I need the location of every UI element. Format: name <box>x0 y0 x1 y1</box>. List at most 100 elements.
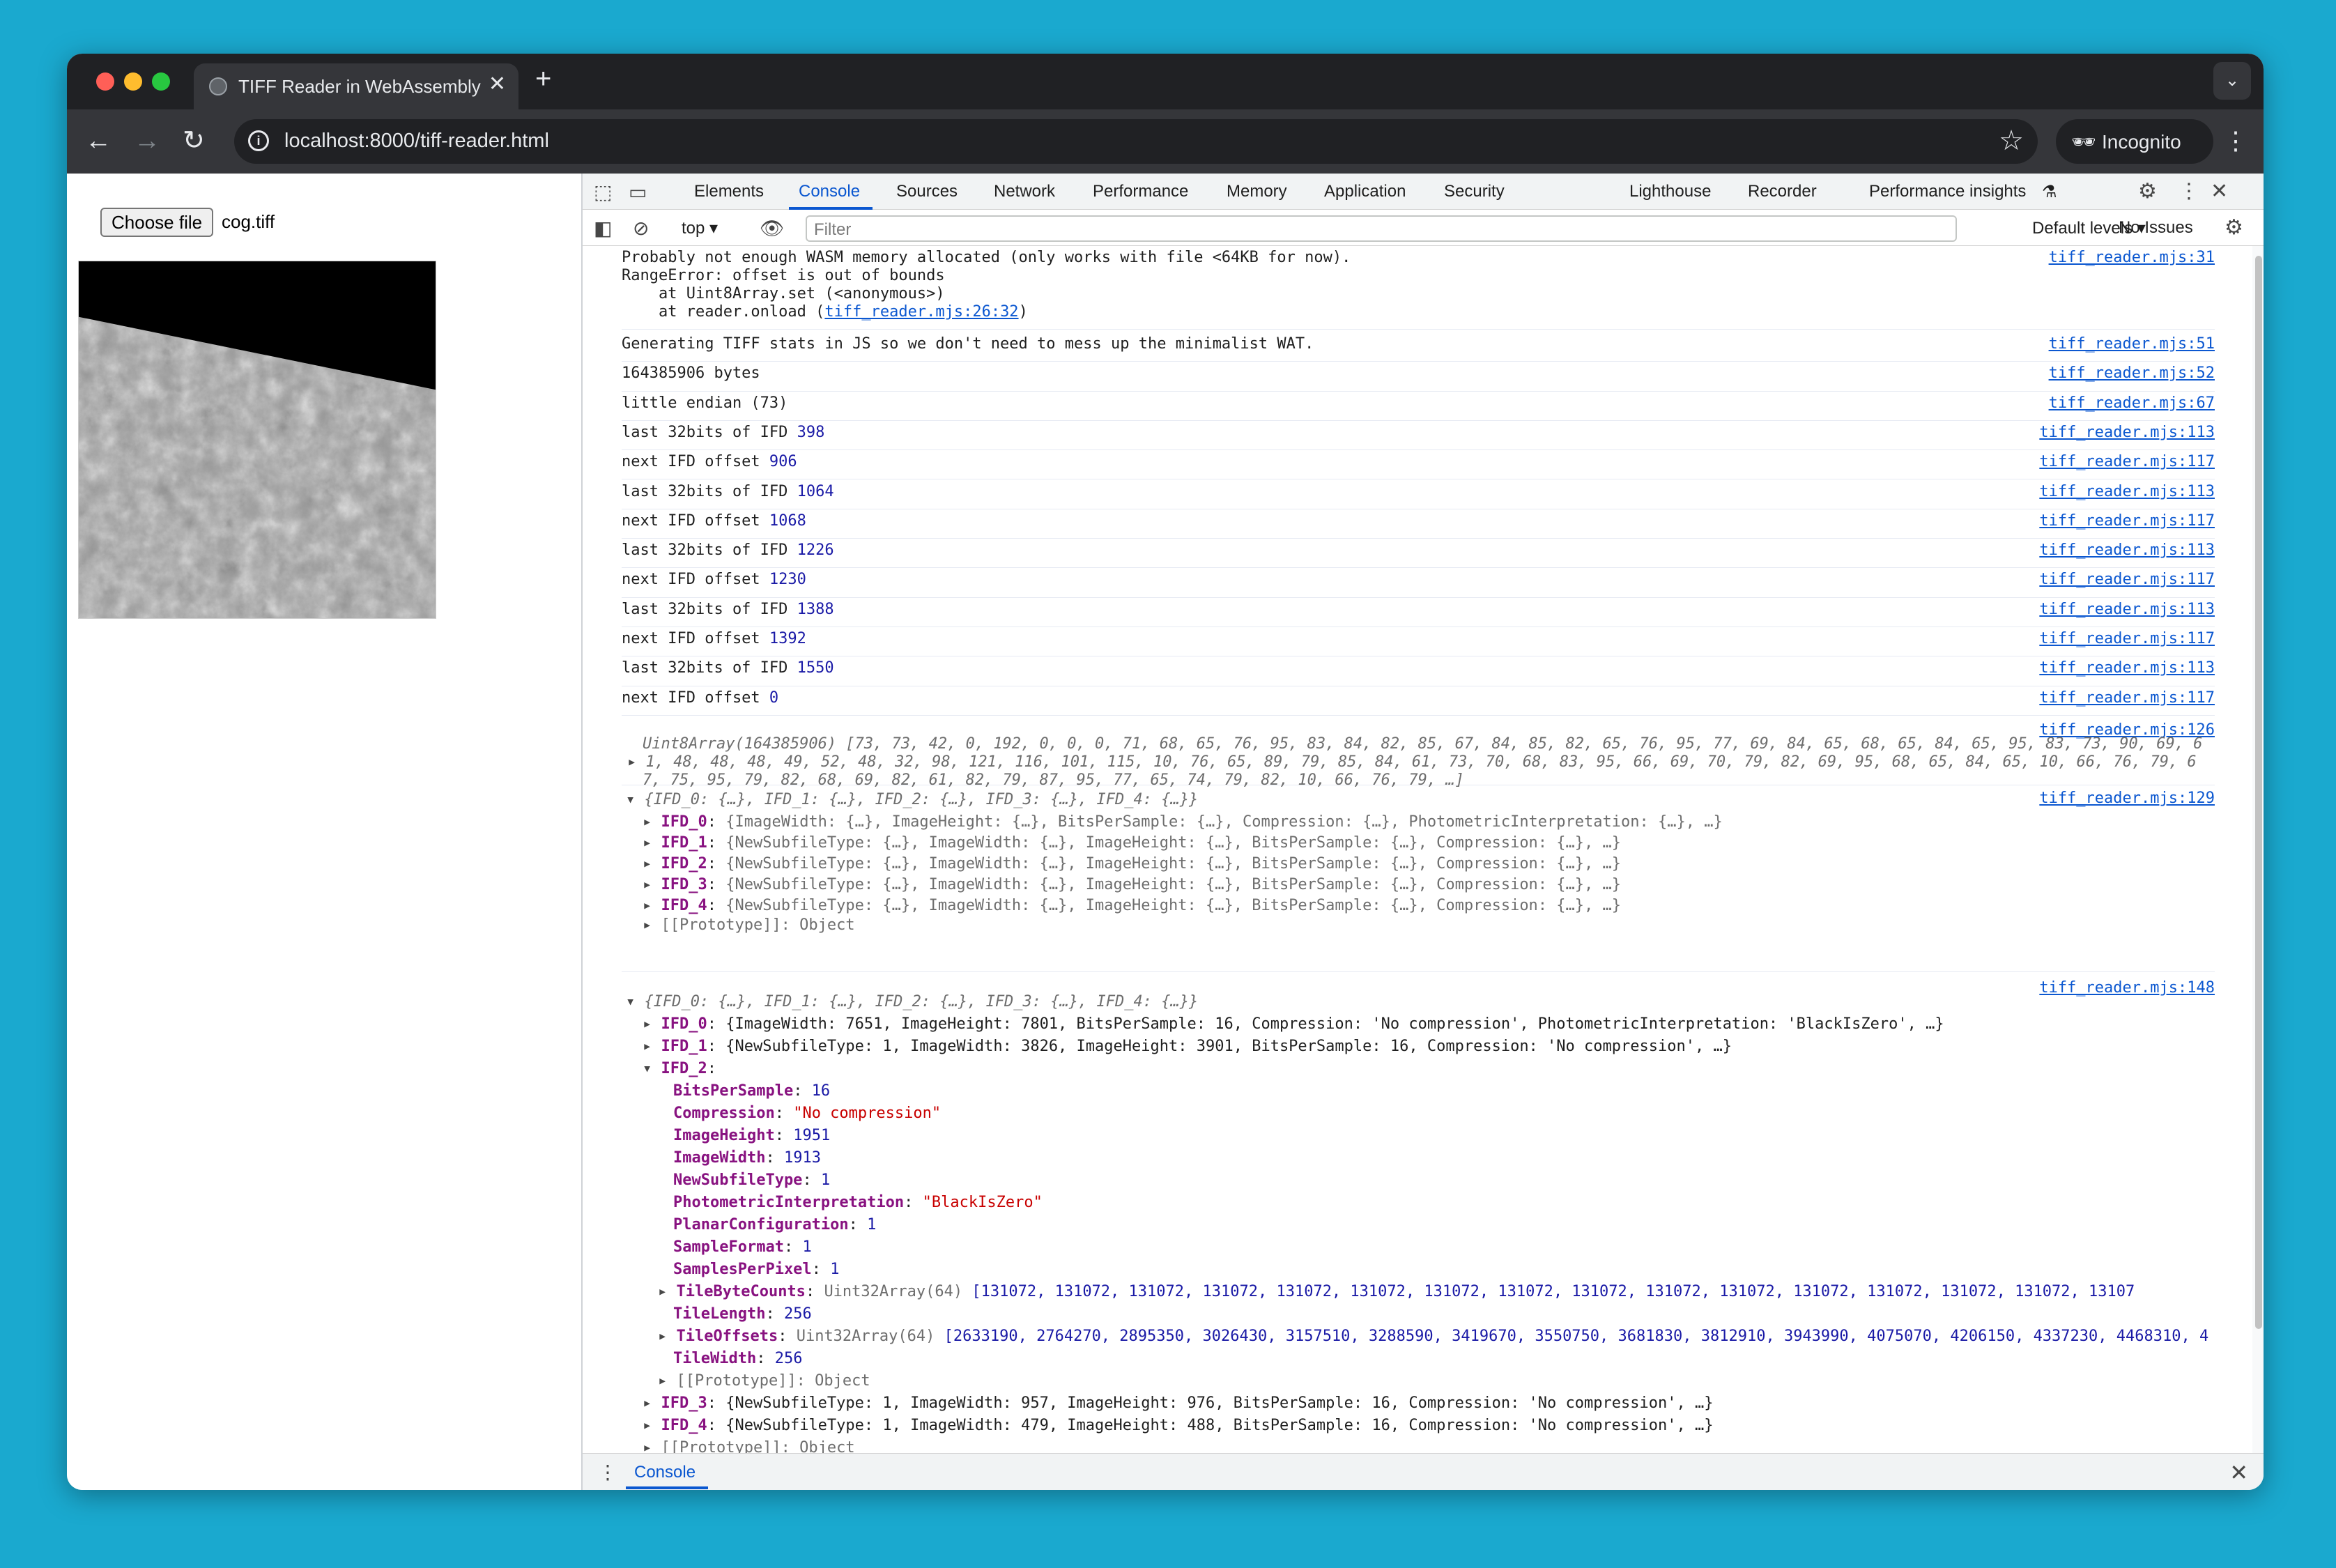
ifd-row[interactable]: ▸ IFD_4: {NewSubfileType: {…}, ImageWidt… <box>643 896 1621 916</box>
expand-arrow-icon[interactable]: ▸ <box>643 916 661 934</box>
stack-link[interactable]: tiff_reader.mjs:26:32 <box>824 303 1018 321</box>
expand-arrow-icon[interactable]: ▸ <box>643 897 661 914</box>
tab-security[interactable]: Security <box>1444 182 1505 201</box>
source-link[interactable]: tiff_reader.mjs:113 <box>2039 541 2215 560</box>
prototype-row[interactable]: ▸ [[Prototype]]: Object <box>658 1371 870 1392</box>
uint8-line: Uint8Array(164385906) [73, 73, 42, 0, 19… <box>643 735 2203 753</box>
expand-arrow-icon[interactable]: ▸ <box>643 834 661 852</box>
source-link[interactable]: tiff_reader.mjs:117 <box>2039 689 2215 707</box>
ifd-row[interactable]: ▸ IFD_3: {NewSubfileType: 1, ImageWidth:… <box>643 1393 1713 1414</box>
forward-arrow-icon[interactable]: → <box>134 123 160 158</box>
context-selector[interactable]: top ▾ <box>682 218 718 238</box>
drawer-tab-console[interactable]: Console <box>634 1463 696 1482</box>
source-link[interactable]: tiff_reader.mjs:148 <box>2039 979 2215 997</box>
ifd-row[interactable]: ▾ IFD_2: <box>643 1059 716 1079</box>
drawer-menu-icon[interactable]: ⋮ <box>598 1461 617 1484</box>
source-link[interactable]: tiff_reader.mjs:67 <box>2049 394 2215 413</box>
collapse-arrow-icon[interactable]: ▾ <box>643 1060 661 1077</box>
source-link[interactable]: tiff_reader.mjs:113 <box>2039 659 2215 677</box>
log-label: next IFD offset <box>622 689 769 707</box>
tab-close-icon[interactable]: ✕ <box>489 72 506 96</box>
ifd-row[interactable]: ▸ IFD_1: {NewSubfileType: 1, ImageWidth:… <box>643 1036 1732 1057</box>
chevron-down-icon[interactable]: ⌄ <box>2213 62 2251 100</box>
eye-icon[interactable]: 👁 <box>760 217 785 240</box>
tab-performance[interactable]: Performance <box>1093 182 1188 201</box>
expand-arrow-icon[interactable]: ▸ <box>643 1015 661 1033</box>
uint8-line[interactable]: ▸ 1, 48, 48, 48, 49, 52, 48, 32, 98, 121… <box>627 753 2197 771</box>
filter-input[interactable]: Filter <box>806 215 1957 242</box>
source-link[interactable]: tiff_reader.mjs:52 <box>2049 364 2215 383</box>
expand-arrow-icon[interactable]: ▸ <box>643 1439 661 1453</box>
issues-indicator[interactable]: No Issues <box>2119 218 2193 238</box>
close-window-button[interactable] <box>96 72 114 91</box>
expand-arrow-icon[interactable]: ▸ <box>643 813 661 831</box>
tab-lighthouse[interactable]: Lighthouse <box>1629 182 1711 201</box>
source-link[interactable]: tiff_reader.mjs:31 <box>2049 249 2215 267</box>
prototype-row[interactable]: ▸ [[Prototype]]: Object <box>643 1438 855 1453</box>
reload-icon[interactable]: ↻ <box>183 123 205 158</box>
back-arrow-icon[interactable]: ← <box>85 123 112 158</box>
source-link[interactable]: tiff_reader.mjs:117 <box>2039 571 2215 589</box>
incognito-button[interactable]: 🕶 Incognito <box>2056 119 2213 164</box>
scrollbar-thumb[interactable] <box>2255 256 2262 1329</box>
new-tab-button[interactable]: + <box>535 63 551 95</box>
expand-arrow-icon[interactable]: ▸ <box>643 876 661 893</box>
ifd-row[interactable]: ▸ IFD_4: {NewSubfileType: 1, ImageWidth:… <box>643 1415 1713 1436</box>
object-summary[interactable]: ▾ {IFD_0: {…}, IFD_1: {…}, IFD_2: {…}, I… <box>626 790 1198 810</box>
tab-sources[interactable]: Sources <box>896 182 958 201</box>
ifd2-prop-row[interactable]: ▸ TileOffsets: Uint32Array(64) [2633190,… <box>658 1326 2208 1347</box>
browser-tab[interactable]: TIFF Reader in WebAssembly ✕ <box>194 63 518 109</box>
tab-memory[interactable]: Memory <box>1227 182 1287 201</box>
expand-arrow-icon[interactable]: ▸ <box>643 1394 661 1412</box>
expand-arrow-icon[interactable]: ▸ <box>643 1417 661 1434</box>
tab-network[interactable]: Network <box>994 182 1055 201</box>
ifd2-prop-row[interactable]: ▸ TileByteCounts: Uint32Array(64) [13107… <box>658 1282 2135 1302</box>
device-toolbar-icon[interactable]: ▭ <box>629 180 647 203</box>
clear-console-icon[interactable]: ⊘ <box>633 217 649 240</box>
ifd-row[interactable]: ▸ IFD_3: {NewSubfileType: {…}, ImageWidt… <box>643 875 1621 896</box>
sidebar-toggle-icon[interactable]: ◧ <box>594 217 612 240</box>
source-link[interactable]: tiff_reader.mjs:51 <box>2049 335 2215 353</box>
expand-arrow-icon[interactable]: ▸ <box>643 1038 661 1055</box>
source-link[interactable]: tiff_reader.mjs:117 <box>2039 453 2215 471</box>
bookmark-star-icon[interactable]: ☆ <box>1999 125 2024 157</box>
tab-console[interactable]: Console <box>799 182 860 201</box>
devtools-menu-icon[interactable]: ⋮ <box>2179 179 2199 203</box>
expand-arrow-icon[interactable]: ▸ <box>643 855 661 873</box>
kebab-menu-icon[interactable]: ⋮ <box>2223 126 2248 155</box>
collapse-arrow-icon[interactable]: ▾ <box>626 993 645 1010</box>
expand-arrow-icon[interactable]: ▸ <box>627 753 646 771</box>
url-text[interactable]: localhost:8000/tiff-reader.html <box>284 130 549 153</box>
source-link[interactable]: tiff_reader.mjs:129 <box>2039 790 2215 808</box>
minimize-window-button[interactable] <box>124 72 142 91</box>
ifd-row[interactable]: ▸ IFD_1: {NewSubfileType: {…}, ImageWidt… <box>643 833 1621 854</box>
close-drawer-icon[interactable]: ✕ <box>2229 1459 2248 1486</box>
tab-recorder[interactable]: Recorder <box>1748 182 1817 201</box>
ifd-row[interactable]: ▸ IFD_0: {ImageWidth: {…}, ImageHeight: … <box>643 812 1723 833</box>
source-link[interactable]: tiff_reader.mjs:113 <box>2039 424 2215 442</box>
tab-application[interactable]: Application <box>1324 182 1406 201</box>
tab-elements[interactable]: Elements <box>694 182 764 201</box>
object-summary[interactable]: ▾ {IFD_0: {…}, IFD_1: {…}, IFD_2: {…}, I… <box>626 992 1198 1013</box>
close-devtools-icon[interactable]: ✕ <box>2211 179 2228 203</box>
source-link[interactable]: tiff_reader.mjs:113 <box>2039 483 2215 501</box>
console-scrollbar[interactable] <box>2252 246 2264 1453</box>
info-icon[interactable]: i <box>248 130 269 151</box>
ifd-row[interactable]: ▸ IFD_0: {ImageWidth: 7651, ImageHeight:… <box>643 1014 1944 1035</box>
source-link[interactable]: tiff_reader.mjs:113 <box>2039 601 2215 619</box>
console-settings-icon[interactable]: ⚙ <box>2224 215 2243 240</box>
ifd-row[interactable]: ▸ IFD_2: {NewSubfileType: {…}, ImageWidt… <box>643 854 1621 875</box>
tab-performance-insights[interactable]: Performance insights <box>1869 182 2026 201</box>
choose-file-button[interactable]: Choose file <box>100 208 214 237</box>
maximize-window-button[interactable] <box>152 72 170 91</box>
inspect-element-icon[interactable]: ⬚ <box>594 180 612 203</box>
expand-arrow-icon[interactable]: ▸ <box>658 1372 677 1390</box>
expand-arrow-icon[interactable]: ▸ <box>658 1328 677 1345</box>
address-bar[interactable]: i localhost:8000/tiff-reader.html ☆ <box>234 119 2038 164</box>
prototype-row[interactable]: ▸ [[Prototype]]: Object <box>643 915 855 936</box>
collapse-arrow-icon[interactable]: ▾ <box>626 791 645 808</box>
source-link[interactable]: tiff_reader.mjs:117 <box>2039 630 2215 648</box>
expand-arrow-icon[interactable]: ▸ <box>658 1283 677 1300</box>
settings-gear-icon[interactable]: ⚙ <box>2138 179 2157 203</box>
source-link[interactable]: tiff_reader.mjs:117 <box>2039 512 2215 530</box>
